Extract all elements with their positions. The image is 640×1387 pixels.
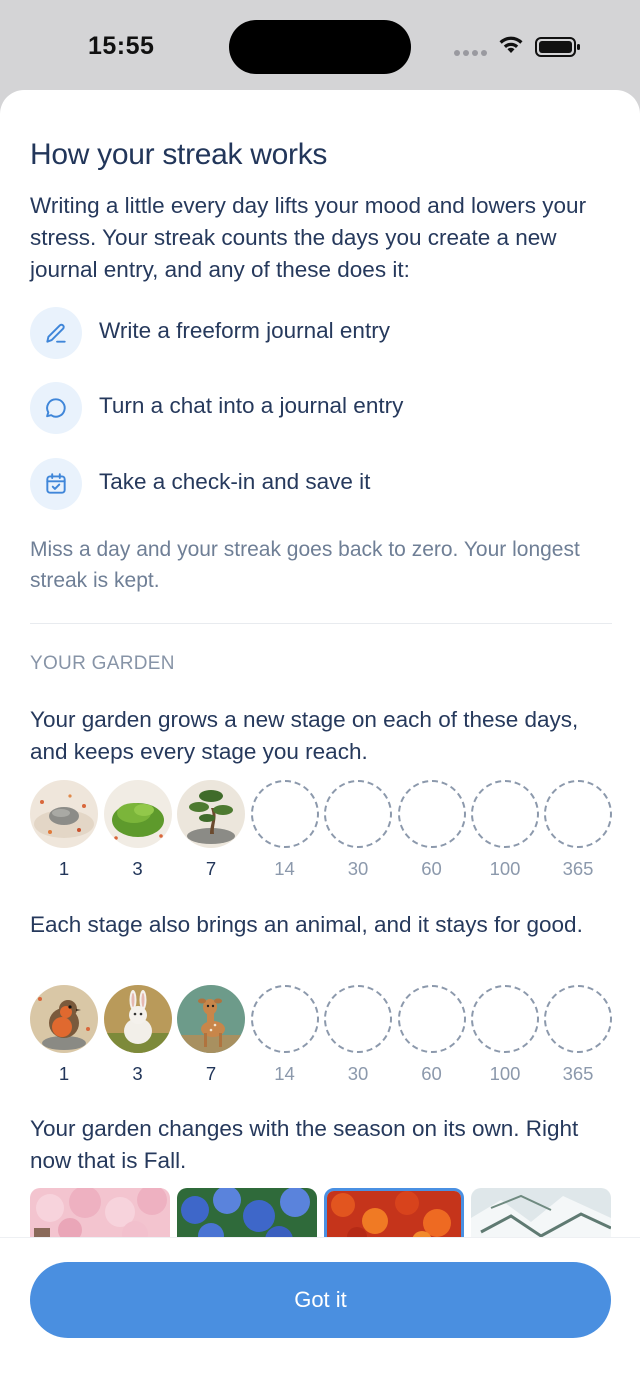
stage-day-label: 100 bbox=[489, 1063, 521, 1084]
calendar-check-icon bbox=[30, 458, 82, 510]
method-label: Write a freeform journal entry bbox=[99, 318, 390, 343]
stage-day-label: 3 bbox=[132, 1063, 143, 1084]
method-freeform: Write a freeform journal entry bbox=[30, 307, 612, 359]
robin-image bbox=[30, 985, 98, 1053]
stage-day-label: 30 bbox=[347, 858, 369, 879]
stage-day-label: 365 bbox=[562, 1063, 594, 1084]
locked-stage-placeholder bbox=[397, 780, 466, 848]
locked-stage-placeholder bbox=[471, 780, 539, 848]
stage-day-label: 30 bbox=[347, 1063, 369, 1084]
pencil-icon bbox=[30, 307, 82, 359]
garden-stage: 1 bbox=[30, 780, 98, 888]
moss-garden-image bbox=[103, 780, 172, 848]
intro-text: Writing a little every day lifts your mo… bbox=[30, 193, 587, 282]
garden-stage-locked: 60 bbox=[397, 780, 466, 888]
garden-stage: 7 bbox=[177, 780, 245, 888]
locked-animal-placeholder bbox=[397, 985, 466, 1053]
status-time: 15:55 bbox=[88, 32, 155, 60]
method-label: Take a check-in and save it bbox=[99, 469, 371, 494]
garden-stage-locked: 14 bbox=[250, 780, 319, 888]
method-label: Turn a chat into a journal entry bbox=[99, 393, 404, 418]
stages-description: Your garden grows a new stage on each of… bbox=[30, 707, 579, 764]
method-check-in: Take a check-in and save it bbox=[30, 458, 612, 510]
dynamic-island bbox=[229, 20, 411, 74]
locked-stage-placeholder bbox=[544, 780, 612, 848]
animals-row: 1 3 7 14 30 60 100 365 bbox=[30, 985, 612, 1093]
stage-day-label: 60 bbox=[421, 858, 442, 879]
stage-day-label: 14 bbox=[274, 1063, 295, 1084]
animal-stage: 7 bbox=[177, 985, 245, 1093]
stage-day-label: 14 bbox=[274, 858, 295, 879]
animal-stage-locked: 14 bbox=[250, 985, 319, 1093]
rabbit-image bbox=[103, 985, 172, 1053]
reset-note: Miss a day and your streak goes back to … bbox=[30, 538, 580, 592]
garden-stage: 3 bbox=[103, 780, 172, 888]
stage-day-label: 1 bbox=[58, 858, 70, 879]
stage-day-label: 60 bbox=[421, 1063, 442, 1084]
battery-icon bbox=[535, 37, 580, 57]
deer-image bbox=[177, 985, 245, 1053]
bonsai-garden-image bbox=[177, 780, 245, 848]
got-it-button[interactable]: Got it bbox=[30, 1262, 611, 1338]
animal-stage: 3 bbox=[103, 985, 172, 1093]
garden-stage-locked: 30 bbox=[324, 780, 392, 888]
locked-animal-placeholder bbox=[250, 985, 319, 1053]
locked-stage-placeholder bbox=[324, 780, 392, 848]
animal-stage-locked: 365 bbox=[544, 985, 612, 1093]
cellular-signal-icon bbox=[454, 50, 487, 56]
sheet-title: How your streak works bbox=[30, 138, 328, 171]
garden-stage-locked: 100 bbox=[471, 780, 539, 888]
garden-stages-row: 1 3 7 14 30 60 100 365 bbox=[30, 780, 612, 888]
status-bar: 15:55 bbox=[0, 0, 640, 90]
chat-bubble-icon bbox=[30, 382, 82, 434]
stage-day-label: 1 bbox=[58, 1063, 70, 1084]
locked-animal-placeholder bbox=[471, 985, 539, 1053]
animal-stage-locked: 60 bbox=[397, 985, 466, 1093]
stage-day-label: 7 bbox=[205, 1063, 217, 1084]
animal-stage: 1 bbox=[30, 985, 98, 1093]
locked-stage-placeholder bbox=[250, 780, 319, 848]
season-description: Your garden changes with the season on i… bbox=[30, 1116, 579, 1173]
animals-description: Each stage also brings an animal, and it… bbox=[30, 912, 583, 937]
wifi-icon bbox=[499, 36, 523, 53]
locked-animal-placeholder bbox=[324, 985, 392, 1053]
animal-stage-locked: 100 bbox=[471, 985, 539, 1093]
animal-stage-locked: 30 bbox=[324, 985, 392, 1093]
stage-day-label: 100 bbox=[489, 858, 521, 879]
garden-section-label: YOUR GARDEN bbox=[30, 653, 175, 674]
garden-stage-locked: 365 bbox=[544, 780, 612, 888]
stage-day-label: 365 bbox=[562, 858, 594, 879]
stone-garden-image bbox=[30, 780, 98, 848]
section-divider bbox=[30, 623, 612, 624]
locked-animal-placeholder bbox=[544, 985, 612, 1053]
stage-day-label: 7 bbox=[205, 858, 217, 879]
stage-day-label: 3 bbox=[132, 858, 143, 879]
method-chat: Turn a chat into a journal entry bbox=[30, 382, 612, 434]
streak-info-sheet: How your streak works Writing a little e… bbox=[0, 90, 640, 1387]
sheet-footer: Got it bbox=[0, 1237, 640, 1387]
